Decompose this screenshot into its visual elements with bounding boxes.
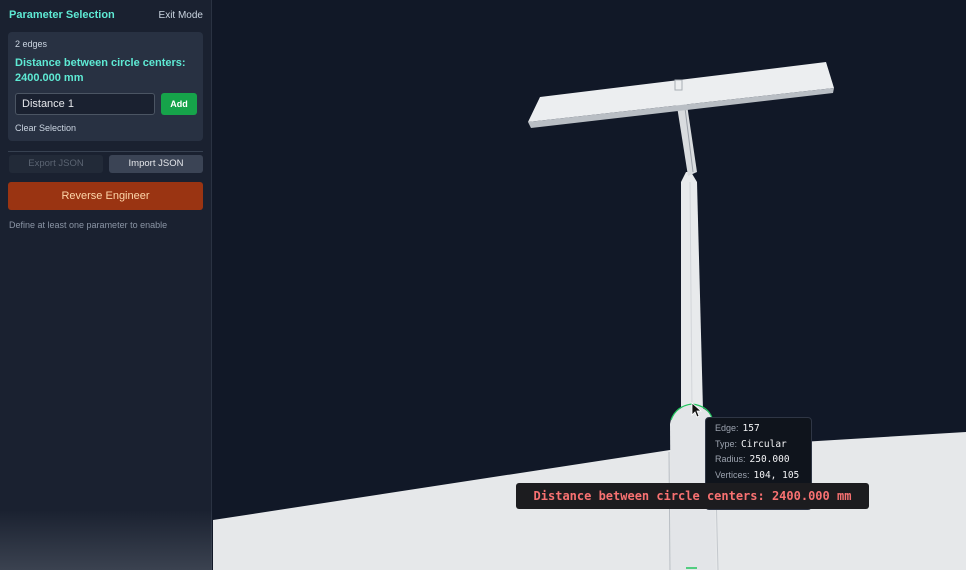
export-json-button[interactable]: Export JSON xyxy=(9,155,103,173)
selection-card: 2 edges Distance between circle centers:… xyxy=(8,32,203,141)
divider xyxy=(8,151,203,152)
sidebar-fade xyxy=(0,510,212,570)
tooltip-value: 104, 105 xyxy=(753,469,800,481)
tooltip-value: Circular xyxy=(741,438,787,450)
edge-count: 2 edges xyxy=(15,39,48,49)
measurement-result: Distance between circle centers: 2400.00… xyxy=(15,57,186,84)
reverse-engineer-button[interactable]: Reverse Engineer xyxy=(8,182,203,210)
add-button[interactable]: Add xyxy=(161,93,197,115)
exit-mode-button[interactable]: Exit Mode xyxy=(159,10,203,21)
sidebar: Parameter Selection Exit Mode 2 edges Di… xyxy=(0,0,212,570)
tooltip-value: 157 xyxy=(742,423,760,434)
panel-title: Parameter Selection xyxy=(9,9,115,21)
sidebar-header: Parameter Selection Exit Mode xyxy=(9,9,203,23)
tooltip-value: 250.000 xyxy=(749,454,790,465)
parameter-name-input[interactable] xyxy=(15,93,155,115)
tooltip-row-edge: Edge: 157 xyxy=(715,423,811,439)
enable-hint: Define at least one parameter to enable xyxy=(9,220,168,230)
tooltip-key: Edge: xyxy=(715,423,739,433)
distance-measurement-label: Distance between circle centers: 2400.00… xyxy=(516,483,869,509)
clear-selection-button[interactable]: Clear Selection xyxy=(15,123,76,133)
tooltip-row-radius: Radius: 250.000 xyxy=(715,454,811,470)
tooltip-key: Vertices: xyxy=(715,469,750,480)
import-json-button[interactable]: Import JSON xyxy=(109,155,203,173)
tooltip-key: Type: xyxy=(715,438,738,449)
tooltip-row-type: Type: Circular xyxy=(715,439,811,455)
tooltip-key: Radius: xyxy=(715,454,746,464)
